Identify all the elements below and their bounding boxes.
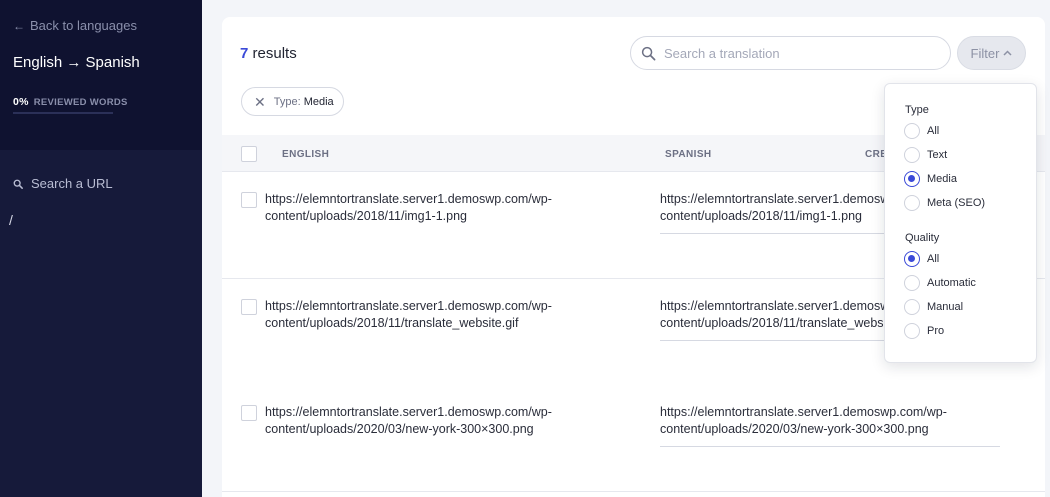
chevron-up-icon — [1003, 50, 1012, 56]
row-checkbox[interactable] — [241, 299, 257, 315]
radio-button[interactable] — [904, 123, 920, 139]
sidebar-header: ← Back to languages English → Spanish 0%… — [0, 0, 202, 150]
reviewed-progress-bar — [13, 112, 113, 114]
url-item-root[interactable]: / — [9, 212, 13, 228]
results-label: results — [252, 45, 297, 62]
type-heading: Type — [905, 104, 929, 116]
option-label: Automatic — [927, 277, 976, 289]
active-filter-value: Media — [303, 95, 334, 108]
type-option-all[interactable]: All — [904, 123, 939, 139]
language-pair-title: English → Spanish — [13, 54, 140, 71]
option-label: All — [927, 253, 940, 265]
radio-button[interactable] — [904, 147, 920, 163]
search-icon — [641, 46, 656, 60]
quality-option-automatic[interactable]: Automatic — [904, 275, 976, 291]
arrow-left-icon: ← — [13, 18, 25, 33]
quality-option-manual[interactable]: Manual — [904, 299, 963, 315]
translation-search-input[interactable] — [664, 45, 924, 61]
results-count: 7 results — [240, 45, 297, 62]
source-text: https://elemntortranslate.server1.demosw… — [265, 192, 552, 223]
quality-option-all[interactable]: All — [904, 251, 939, 267]
option-label: Meta (SEO) — [927, 197, 986, 209]
type-option-text[interactable]: Text — [904, 147, 947, 163]
results-number: 7 — [240, 45, 249, 62]
radio-button[interactable] — [904, 323, 920, 339]
back-link-label: Back to languages — [30, 18, 137, 33]
quality-heading: Quality — [905, 232, 940, 244]
radio-button-selected[interactable] — [904, 251, 920, 267]
column-header-spanish: SPANISH — [665, 149, 712, 160]
reviewed-words-stat: 0% REVIEWED WORDS — [13, 96, 128, 108]
option-label: Manual — [927, 301, 964, 313]
column-header-english: ENGLISH — [282, 149, 330, 160]
option-label: Text — [927, 149, 948, 161]
radio-button[interactable] — [904, 195, 920, 211]
filter-button-label: Filter — [970, 45, 1000, 61]
radio-button[interactable] — [904, 275, 920, 291]
reviewed-label: REVIEWED WORDS — [33, 97, 128, 108]
translation-search[interactable] — [630, 36, 951, 70]
search-icon — [13, 179, 23, 189]
quality-option-pro[interactable]: Pro — [904, 323, 944, 339]
active-filter-text: Type: Media — [274, 96, 334, 108]
select-all-checkbox[interactable] — [241, 146, 257, 162]
back-to-languages-link[interactable]: ← Back to languages — [13, 18, 137, 33]
source-text: https://elemntortranslate.server1.demosw… — [265, 299, 552, 330]
translation-field[interactable]: https://elemntortranslate.server1.demosw… — [660, 404, 1000, 447]
filter-dropdown: Type All Text Media Meta (SEO) Quality A… — [884, 83, 1037, 363]
url-search[interactable]: Search a URL — [13, 176, 113, 191]
active-filter-chip: ✕ Type: Media — [241, 87, 344, 116]
radio-button-selected[interactable] — [904, 171, 920, 187]
option-label: All — [927, 125, 940, 137]
sidebar: ← Back to languages English → Spanish 0%… — [0, 0, 202, 497]
type-option-media[interactable]: Media — [904, 171, 957, 187]
type-option-meta-seo[interactable]: Meta (SEO) — [904, 195, 985, 211]
active-filter-label: Type: — [273, 95, 301, 108]
option-label: Media — [927, 173, 957, 185]
row-checkbox[interactable] — [241, 192, 257, 208]
close-icon[interactable]: ✕ — [254, 95, 266, 109]
radio-button[interactable] — [904, 299, 920, 315]
row-checkbox[interactable] — [241, 405, 257, 421]
url-search-label: Search a URL — [31, 176, 113, 191]
source-text: https://elemntortranslate.server1.demosw… — [265, 405, 552, 436]
reviewed-percent: 0% — [13, 96, 29, 108]
filter-button[interactable]: Filter — [957, 36, 1026, 70]
option-label: Pro — [927, 325, 945, 337]
table-row[interactable]: https://elemntortranslate.server1.demosw… — [222, 385, 1045, 492]
